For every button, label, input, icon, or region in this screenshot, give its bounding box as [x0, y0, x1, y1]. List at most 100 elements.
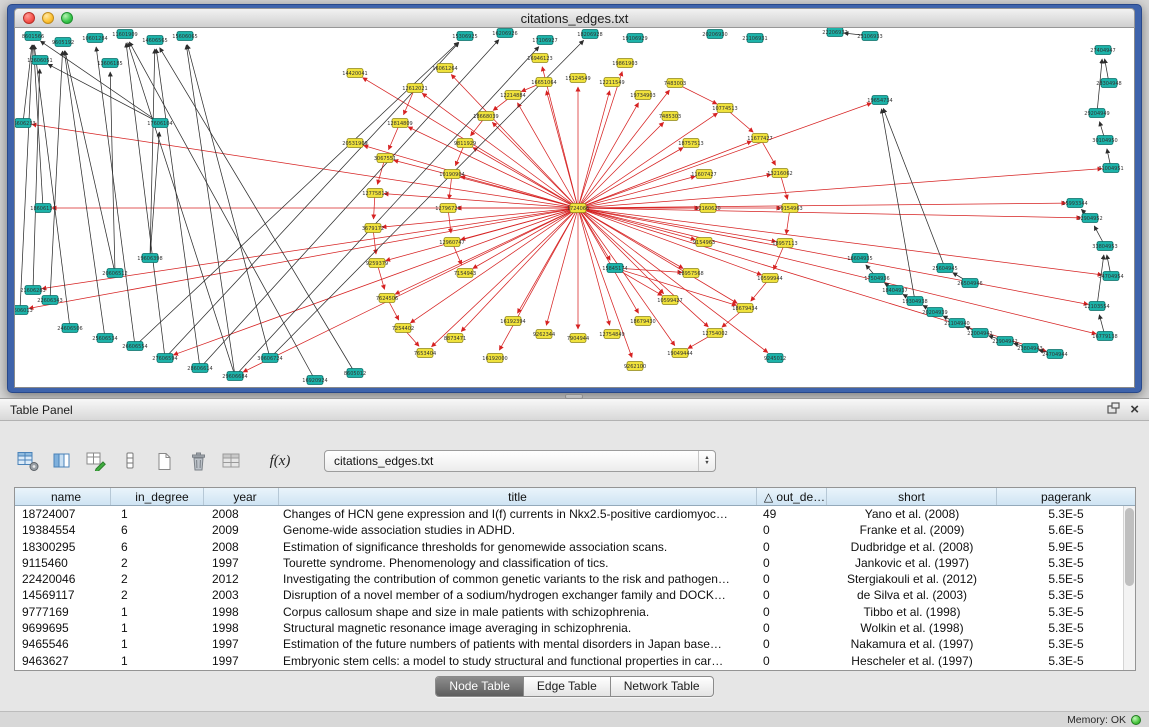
window-titlebar[interactable]: citations_edges.txt — [14, 8, 1135, 28]
graph-node[interactable]: 19049444 — [667, 349, 692, 358]
table-row[interactable]: 1872400712008Changes of HCN gene express… — [15, 506, 1135, 522]
table-row[interactable]: 1830029562008Estimation of significance … — [15, 539, 1135, 555]
graph-node[interactable]: 21106931 — [742, 34, 767, 43]
graph-node[interactable]: 34704954 — [1098, 272, 1123, 281]
graph-node[interactable]: 12754002 — [702, 329, 727, 338]
graph-node[interactable]: 23804943 — [1017, 344, 1042, 353]
graph-node[interactable]: 12103554 — [1084, 302, 1109, 311]
graph-node[interactable]: 22206932 — [822, 28, 847, 37]
graph-edge[interactable] — [40, 41, 160, 123]
table-scrollbar-thumb[interactable] — [1125, 508, 1134, 586]
table-row[interactable]: 946554611997Estimation of the future num… — [15, 636, 1135, 652]
graph-node[interactable]: 27606594 — [152, 354, 177, 363]
graph-node[interactable]: 19106929 — [622, 34, 647, 43]
graph-node[interactable]: 15124549 — [565, 74, 590, 83]
table-row[interactable]: 2242004622012Investigating the contribut… — [15, 571, 1135, 587]
graph-edge[interactable] — [128, 43, 235, 376]
graph-edge[interactable] — [235, 47, 539, 376]
graph-node[interactable]: 23606013 — [15, 306, 33, 315]
graph-node[interactable]: 7483003 — [664, 79, 686, 88]
graph-node[interactable]: 7624506 — [376, 294, 398, 303]
graph-node[interactable]: 12612021 — [402, 84, 427, 93]
graph-node[interactable]: 16606233 — [15, 119, 36, 128]
graph-edge[interactable] — [473, 147, 578, 208]
graph-node[interactable]: 21606283 — [20, 286, 45, 295]
graph-node[interactable]: 18679434 — [732, 304, 757, 313]
graph-node[interactable]: 11601909 — [112, 30, 137, 39]
graph-edge[interactable] — [186, 45, 235, 376]
graph-node[interactable]: 10190904 — [439, 170, 464, 179]
graph-node[interactable]: 20206930 — [702, 30, 727, 39]
graph-node[interactable]: 17606104 — [147, 119, 172, 128]
table-row[interactable]: 911546021997Tourette syndrome. Phenomeno… — [15, 555, 1135, 571]
graph-node[interactable]: 8601566 — [22, 32, 44, 41]
graph-edge[interactable] — [422, 93, 578, 208]
graph-edge[interactable] — [578, 103, 639, 208]
graph-edge[interactable] — [578, 203, 1066, 208]
table-row[interactable]: 969969511998Structural magnetic resonanc… — [15, 620, 1135, 636]
zoom-button[interactable] — [61, 12, 73, 24]
graph-node[interactable]: 14606565 — [142, 36, 167, 45]
graph-edge[interactable] — [432, 208, 578, 347]
table-mode-button[interactable] — [16, 448, 40, 474]
graph-edge[interactable] — [48, 64, 160, 123]
table-row[interactable]: 1456911722003Disruption of a novel membe… — [15, 587, 1135, 603]
graph-node[interactable]: 12754849 — [599, 330, 624, 339]
graph-edge[interactable] — [410, 208, 578, 323]
graph-node[interactable]: 10599427 — [657, 296, 682, 305]
graph-node[interactable]: 12796723 — [435, 204, 460, 213]
graph-node[interactable]: 32904952 — [1077, 214, 1102, 223]
graph-node[interactable]: 15606065 — [172, 32, 197, 41]
show-columns-button[interactable] — [50, 448, 74, 474]
graph-node[interactable]: 9154963 — [693, 238, 715, 247]
graph-node[interactable]: 24704944 — [1042, 350, 1067, 359]
table-scrollbar[interactable] — [1123, 506, 1135, 670]
graph-edge[interactable] — [408, 127, 578, 208]
new-table-button[interactable] — [152, 448, 176, 474]
graph-node[interactable]: 22004941 — [967, 329, 992, 338]
graph-node[interactable]: 31004951 — [1098, 164, 1123, 173]
graph-edge[interactable] — [517, 103, 578, 208]
graph-node[interactable]: 22904942 — [992, 337, 1017, 346]
graph-node[interactable]: 30606724 — [257, 354, 282, 363]
graph-node[interactable]: 19734903 — [630, 91, 655, 100]
graph-node[interactable]: 9811929 — [454, 139, 476, 148]
column-header[interactable]: short — [827, 488, 997, 505]
graph-node[interactable]: 11677427 — [747, 134, 772, 143]
minimize-button[interactable] — [42, 12, 54, 24]
tab-node-table[interactable]: Node Table — [436, 677, 524, 696]
network-canvas[interactable]: 1724066151245491221154919734903748530318… — [15, 28, 1135, 388]
graph-node[interactable]: 12775813 — [362, 189, 387, 198]
graph-edge[interactable] — [50, 51, 63, 300]
graph-node[interactable]: 26606554 — [122, 342, 147, 351]
close-panel-icon[interactable]: × — [1130, 404, 1139, 416]
graph-edge[interactable] — [382, 208, 578, 227]
graph-node[interactable]: 9262344 — [533, 330, 555, 339]
graph-node[interactable]: 17504936 — [864, 274, 889, 283]
graph-node[interactable]: 29606684 — [222, 372, 247, 381]
graph-edge[interactable] — [187, 45, 270, 358]
network-view[interactable]: 1724066151245491221154919734903748530318… — [14, 28, 1135, 388]
graph-edge[interactable] — [578, 72, 622, 208]
function-builder-button[interactable]: f(x) — [268, 448, 292, 474]
column-header[interactable]: year — [204, 488, 279, 505]
graph-node[interactable]: 3679172 — [362, 224, 384, 233]
graph-node[interactable]: 19304938 — [902, 297, 927, 306]
graph-edge[interactable] — [578, 91, 610, 208]
column-header[interactable]: in_degree — [111, 488, 204, 505]
graph-node[interactable]: 15845174 — [602, 264, 627, 273]
graph-node[interactable]: 17106927 — [532, 36, 557, 45]
graph-edge[interactable] — [110, 72, 115, 273]
tab-edge-table[interactable]: Edge Table — [524, 677, 611, 696]
graph-node[interactable]: 16206926 — [492, 29, 517, 38]
column-header[interactable]: name — [15, 488, 111, 505]
delete-table-button[interactable] — [186, 448, 210, 474]
graph-edge[interactable] — [578, 103, 872, 208]
graph-node[interactable]: 16779138 — [1092, 332, 1117, 341]
graph-node[interactable]: 9605192 — [52, 38, 74, 47]
graph-edge[interactable] — [395, 208, 578, 294]
panel-resize-handle[interactable] — [565, 394, 583, 399]
graph-node[interactable]: 18606137 — [30, 204, 55, 213]
graph-edge[interactable] — [578, 208, 1102, 275]
graph-node[interactable]: 12960747 — [439, 238, 464, 247]
